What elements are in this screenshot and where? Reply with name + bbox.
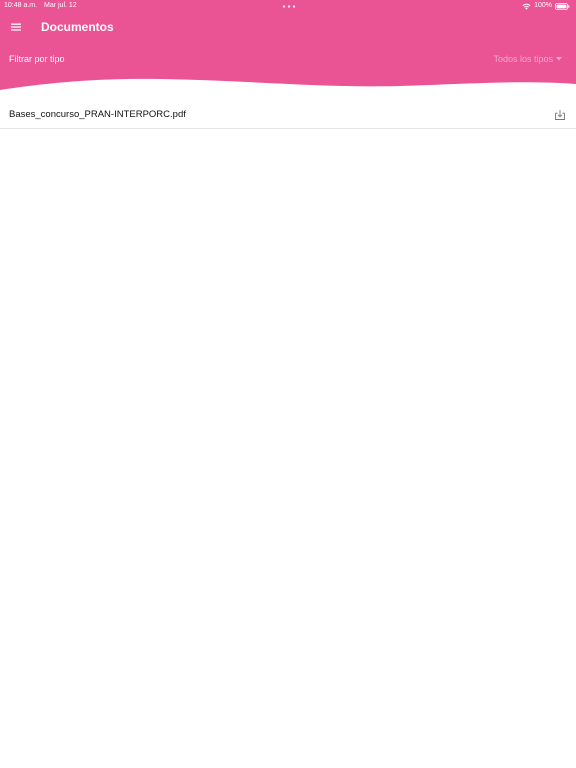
header-wave-background [0,0,576,90]
page-title: Documentos [41,20,114,34]
multitask-dots-icon[interactable] [282,5,296,8]
wifi-icon [522,3,531,10]
status-date: Mar jul. 12 [44,2,77,9]
filter-label: Filtrar por tipo [9,54,65,64]
filter-type-dropdown[interactable]: Todos los tipos [493,53,562,65]
document-name: Bases_concurso_PRAN-INTERPORC.pdf [9,109,186,120]
filter-selected-value: Todos los tipos [493,54,553,64]
hamburger-menu-icon[interactable] [10,21,22,33]
documents-screen: 10:48 a.m. Mar jul. 12 100% Documentos F… [0,0,576,768]
download-icon[interactable] [554,109,566,121]
header: 10:48 a.m. Mar jul. 12 100% Documentos F… [0,0,576,96]
battery-percentage: 100% [534,2,552,9]
document-row[interactable]: Bases_concurso_PRAN-INTERPORC.pdf [0,102,576,129]
status-time: 10:48 a.m. [4,2,38,9]
document-list: Bases_concurso_PRAN-INTERPORC.pdf [0,102,576,129]
status-bar: 10:48 a.m. Mar jul. 12 100% [0,0,576,12]
caret-down-icon [556,57,562,61]
battery-icon [555,2,570,10]
status-right: 100% [522,0,570,12]
